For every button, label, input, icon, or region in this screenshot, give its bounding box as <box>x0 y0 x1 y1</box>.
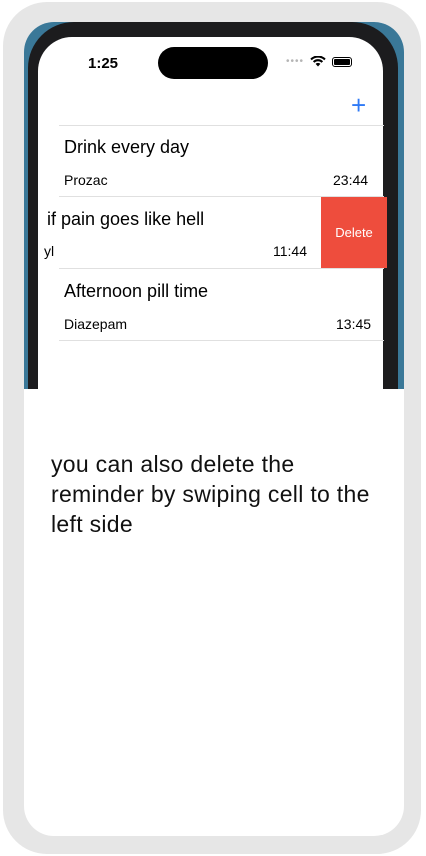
reminder-medicine: yl <box>44 243 55 259</box>
onboarding-caption: you can also delete the reminder by swip… <box>51 451 370 537</box>
delete-button[interactable]: Delete <box>321 197 387 268</box>
wifi-icon <box>310 56 326 67</box>
status-time: 1:25 <box>88 55 119 72</box>
cellular-signal-icon: •••• <box>286 55 305 67</box>
device-frame: 1:25 •••• + Drink every day Prozac 23:44 <box>3 2 421 854</box>
dynamic-island <box>158 47 268 79</box>
reminder-time: 23:44 <box>333 172 369 188</box>
reminder-time: 13:45 <box>336 316 372 332</box>
reminder-medicine: Prozac <box>64 172 108 188</box>
separator <box>59 268 384 269</box>
reminder-title: Drink every day <box>64 137 190 157</box>
add-reminder-button[interactable]: + <box>351 92 366 118</box>
reminder-medicine: Diazepam <box>64 316 128 332</box>
app-preview: 1:25 •••• + Drink every day Prozac 23:44 <box>24 22 404 389</box>
status-icons: •••• <box>286 55 353 67</box>
reminder-title: Afternoon pill time <box>64 281 209 301</box>
separator <box>59 340 384 341</box>
reminder-time: 11:44 <box>273 243 307 259</box>
battery-icon <box>332 56 353 67</box>
onboarding-card: 1:25 •••• + Drink every day Prozac 23:44 <box>24 22 404 836</box>
reminder-title: if pain goes like hell <box>47 209 205 229</box>
separator <box>59 125 384 126</box>
